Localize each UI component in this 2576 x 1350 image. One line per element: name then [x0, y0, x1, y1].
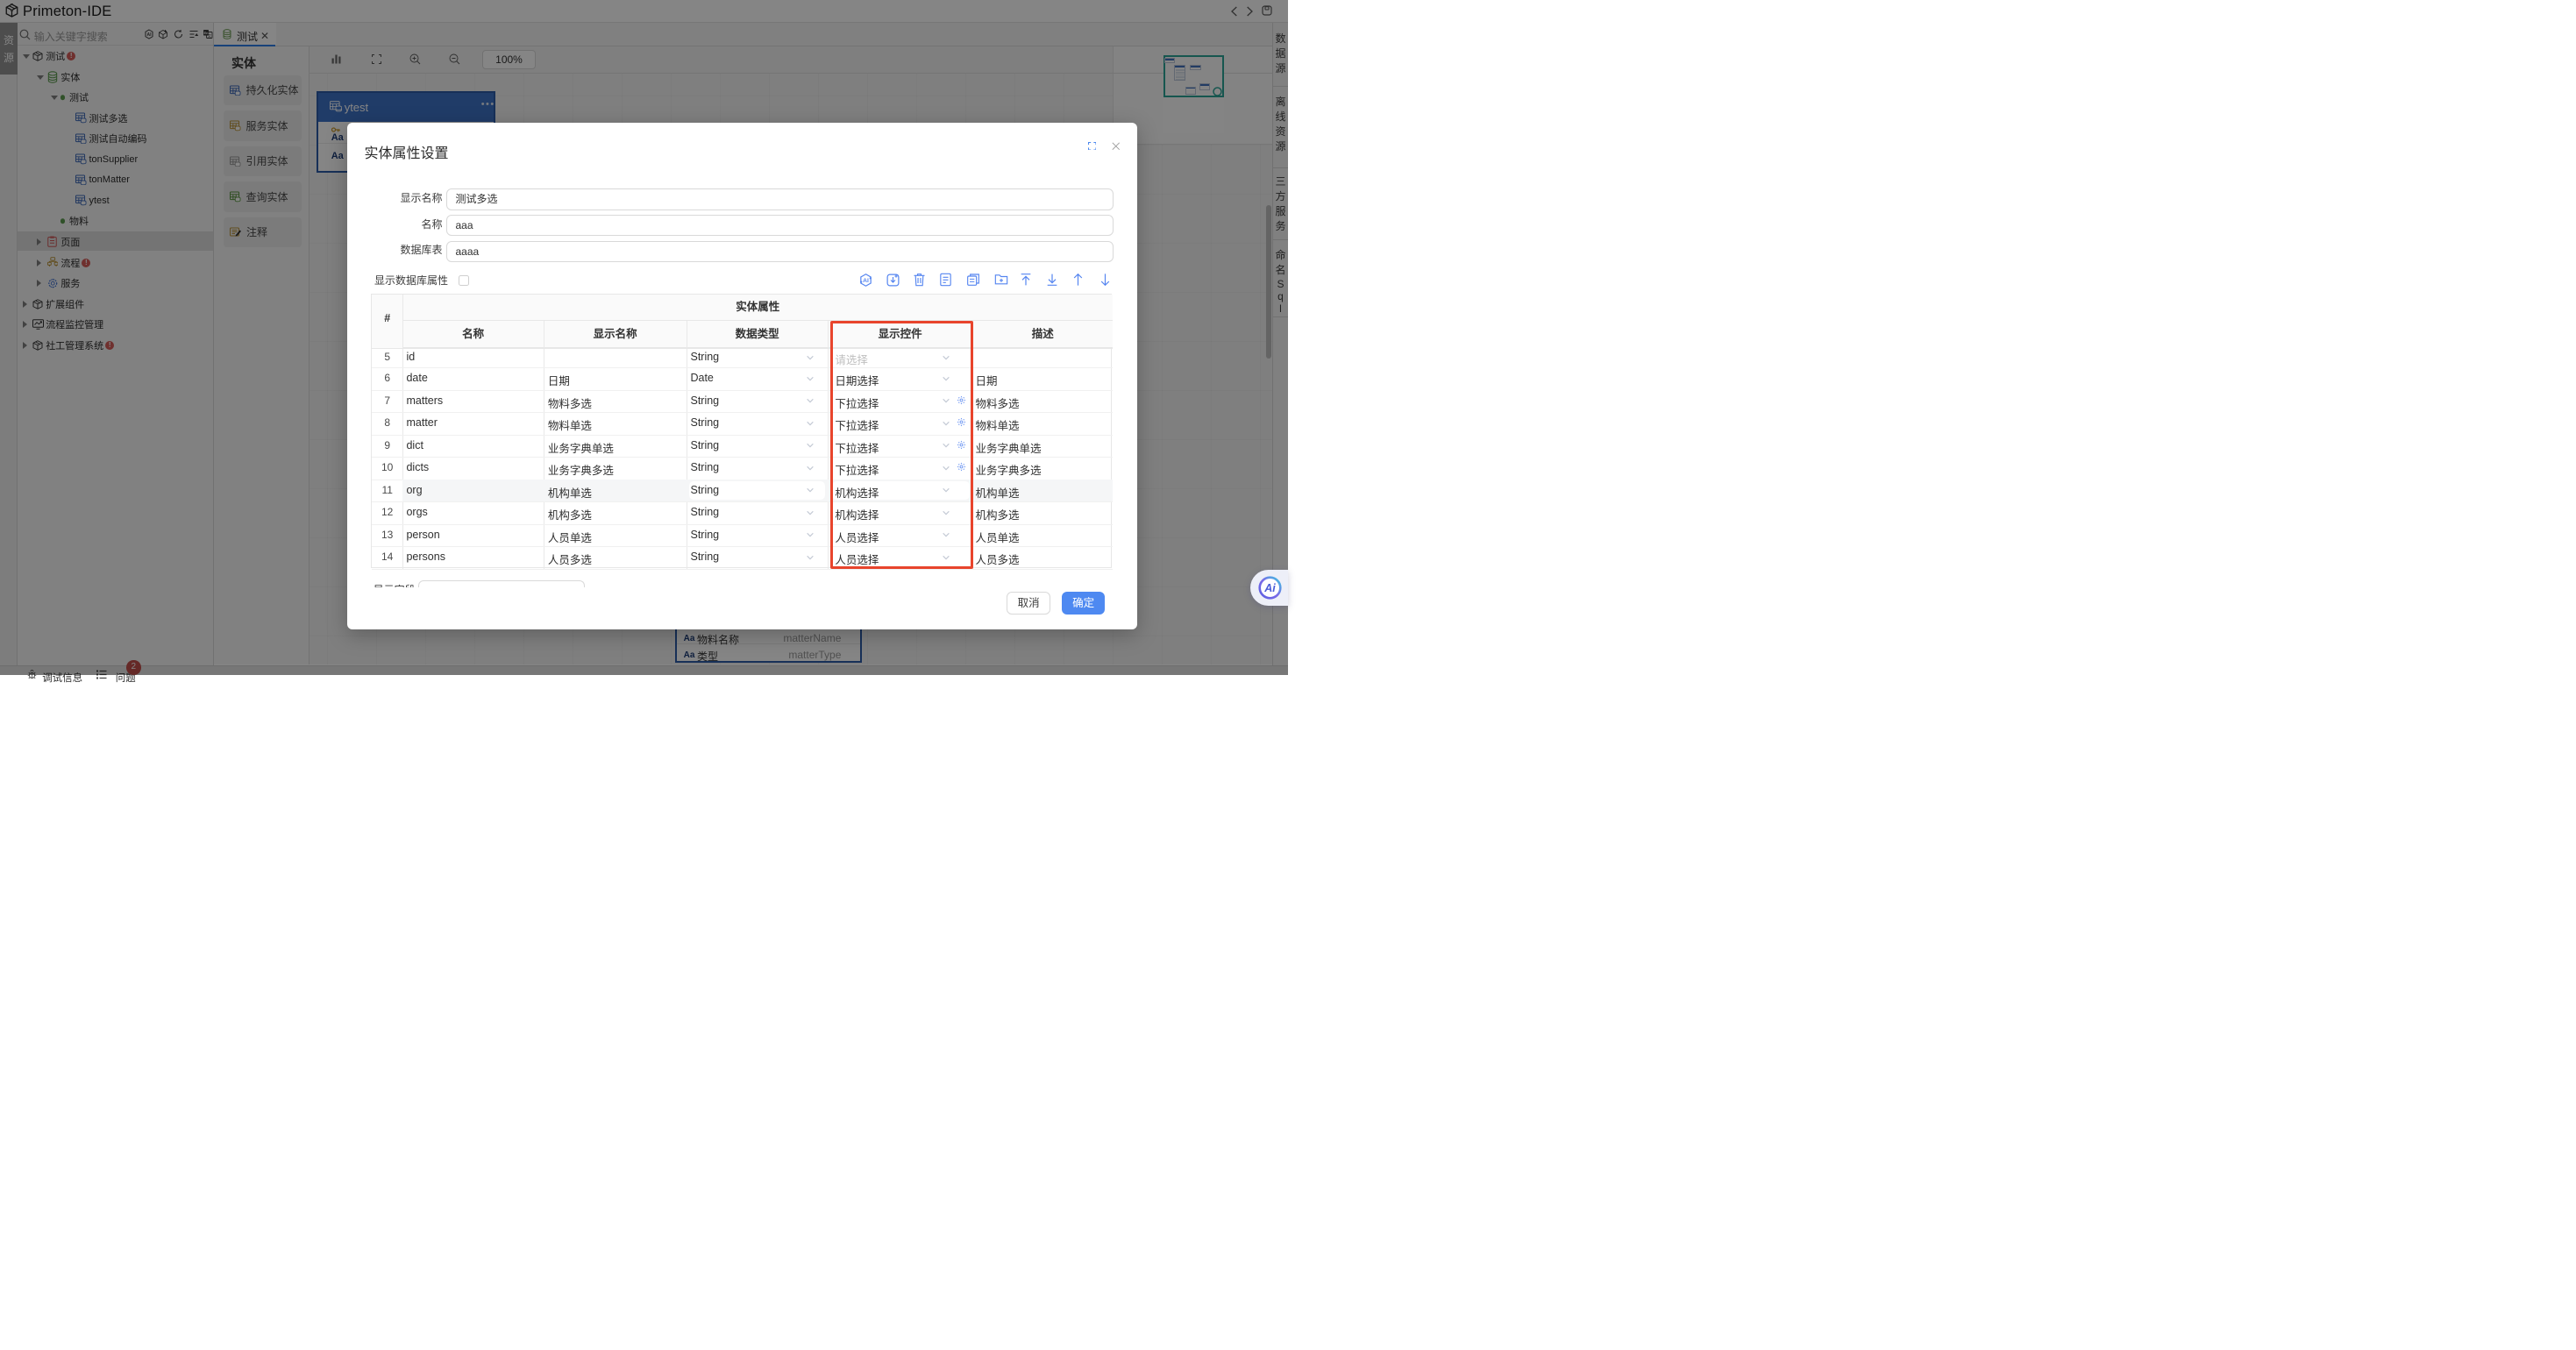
svg-text:Ai: Ai [1263, 582, 1276, 594]
svg-text:AI: AI [863, 278, 869, 284]
